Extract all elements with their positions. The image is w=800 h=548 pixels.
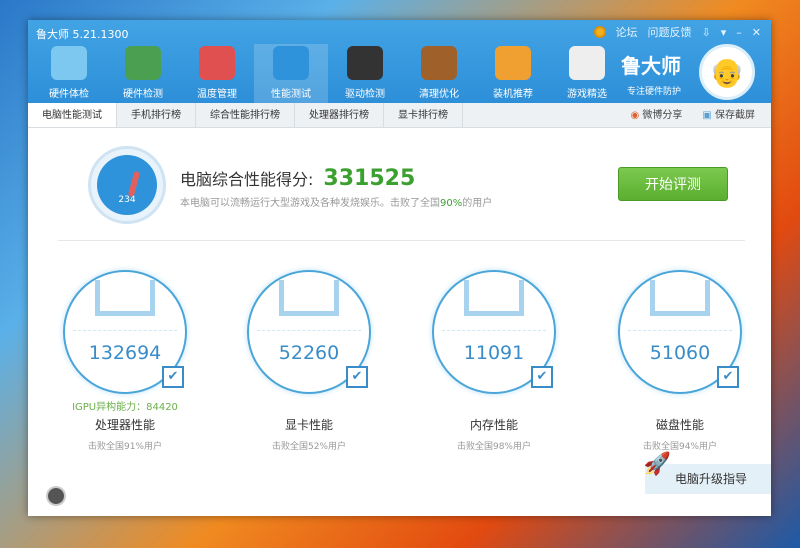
tab-2[interactable]: 综合性能排行榜 [196,103,295,127]
checkbox[interactable]: ✔ [162,366,184,388]
start-test-button[interactable]: 开始评测 [618,167,728,201]
rocket-icon: 🚀 [643,452,671,477]
score-value: 331525 [323,166,416,191]
header: 鲁大师 5.21.1300 论坛 问题反馈 ⇩ ▾ – ✕ 硬件体检 硬件检测 温度… [28,20,771,103]
menu-icon[interactable]: ▾ [721,26,727,39]
nav-thermometer[interactable]: 温度管理 [180,44,254,103]
logo-icon [46,486,66,506]
perf-rank: 击败全国52%用户 [271,442,346,452]
brand-slogan: 专注硬件防护 [626,87,681,97]
score-gauge-icon: 234 [88,146,166,224]
tab-4[interactable]: 显卡排行榜 [384,103,463,127]
nav-gamepad[interactable]: 游戏精选 [550,44,624,103]
perf-name: 显卡性能 [284,418,333,432]
igpu-score [615,398,745,412]
checkbox[interactable]: ✔ [346,366,368,388]
nav-cube[interactable]: 装机推荐 [476,44,550,103]
nav-gear[interactable]: 驱动检测 [328,44,402,103]
perf-name: 处理器性能 [94,418,155,432]
perf-score: 51060 [649,342,711,364]
perf-card: 132694 ✔ IGPU异构能力：84420 处理器性能击败全国91%用户 [60,270,190,452]
cube-icon [495,46,531,80]
perf-card: 11091 ✔ 内存性能击败全国98%用户 [429,270,559,452]
save-screenshot-button[interactable]: ▣ 保存截屏 [702,103,755,128]
perf-card: 52260 ✔ 显卡性能击败全国52%用户 [244,270,374,452]
close-button[interactable]: ✕ [752,26,761,39]
igpu-score [429,398,559,412]
perf-score: 132694 [88,342,162,364]
nav-monitor[interactable]: 硬件体检 [32,44,106,103]
component-icon [464,280,524,316]
divider [58,240,745,241]
nav-speedometer[interactable]: 性能测试 [254,44,328,103]
avatar[interactable]: 👴 [699,44,755,100]
perf-score: 11091 [463,342,525,364]
component-icon [650,280,710,316]
app-title: 鲁大师 5.21.1300 [36,28,129,41]
graphics-card-icon [125,46,161,80]
igpu-score: IGPU异构能力：84420 [72,402,178,413]
camera-icon: ▣ [702,110,715,121]
perf-name: 磁盘性能 [655,418,704,432]
perf-card: 51060 ✔ 磁盘性能击败全国94%用户 [615,270,745,452]
score-description: 本电脑可以流畅运行大型游戏及各种发烧娱乐。击败了全国90%的用户 [180,198,493,209]
perf-rank: 击败全国94%用户 [642,442,717,452]
perf-rank: 击败全国91%用户 [87,442,162,452]
tab-3[interactable]: 处理器排行榜 [295,103,384,127]
speedometer-icon [273,46,309,80]
score-title: 电脑综合性能得分: 331525 [180,166,416,191]
nav-broom[interactable]: 清理优化 [402,44,476,103]
component-icon [95,280,155,316]
broom-icon [421,46,457,80]
checkbox[interactable]: ✔ [717,366,739,388]
tab-0[interactable]: 电脑性能测试 [28,103,117,127]
download-icon[interactable]: ⇩ [702,26,711,39]
gear-icon [347,46,383,80]
weibo-share-button[interactable]: ◉ 微博分享 [630,103,682,128]
medal-icon[interactable] [593,26,606,38]
gamepad-icon [569,46,605,80]
component-icon [279,280,339,316]
feedback-link[interactable]: 问题反馈 [648,24,692,40]
monitor-icon [51,46,87,80]
minimize-button[interactable]: – [736,26,742,39]
app-window: 鲁大师 5.21.1300 论坛 问题反馈 ⇩ ▾ – ✕ 硬件体检 硬件检测 温度… [28,20,771,516]
perf-rank: 击败全国98%用户 [456,442,531,452]
nav-graphics-card[interactable]: 硬件检测 [106,44,180,103]
checkbox[interactable]: ✔ [531,366,553,388]
thermometer-icon [199,46,235,80]
perf-name: 内存性能 [469,418,518,432]
igpu-score [244,398,374,412]
forum-link[interactable]: 论坛 [616,24,638,40]
brand-name: 鲁大师 [621,54,681,78]
perf-score: 52260 [278,342,340,364]
weibo-icon: ◉ [630,110,643,121]
tab-1[interactable]: 手机排行榜 [117,103,196,127]
